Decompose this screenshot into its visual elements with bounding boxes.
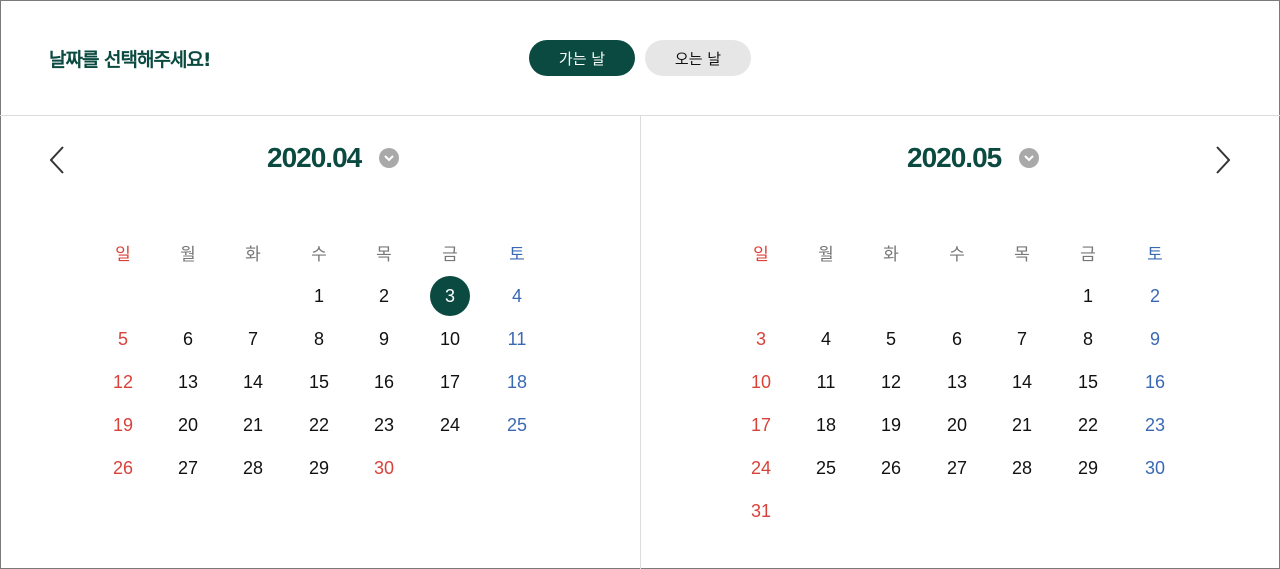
day-cell[interactable]: 10: [741, 362, 781, 402]
day-cell[interactable]: 10: [430, 319, 470, 359]
day-cell[interactable]: 23: [364, 405, 404, 445]
weekday-label: 월: [818, 245, 834, 265]
day-cell[interactable]: 12: [103, 362, 143, 402]
weekday-label: 목: [1014, 245, 1030, 265]
chevron-down-icon: [1024, 155, 1034, 162]
day-cell[interactable]: 13: [168, 362, 208, 402]
tab-departure[interactable]: 가는 날: [529, 40, 635, 76]
day-cell[interactable]: 24: [741, 448, 781, 488]
day-cell[interactable]: 30: [1135, 448, 1175, 488]
day-cell[interactable]: 3: [741, 319, 781, 359]
weekday-label: 토: [1147, 245, 1163, 265]
day-cell[interactable]: 28: [1002, 448, 1042, 488]
day-cell[interactable]: 25: [806, 448, 846, 488]
day-cell[interactable]: 27: [937, 448, 977, 488]
day-cell[interactable]: 1: [299, 276, 339, 316]
day-cell[interactable]: 12: [871, 362, 911, 402]
weekday-label: 일: [753, 245, 769, 265]
day-cell[interactable]: 4: [497, 276, 537, 316]
day-cell[interactable]: 23: [1135, 405, 1175, 445]
weekday-label: 화: [245, 245, 261, 265]
weekday-label: 일: [115, 245, 131, 265]
weekday-label: 목: [376, 245, 392, 265]
day-cell[interactable]: 31: [741, 491, 781, 531]
day-cell[interactable]: 14: [233, 362, 273, 402]
day-cell[interactable]: 24: [430, 405, 470, 445]
month-dropdown-button[interactable]: [379, 148, 400, 168]
weekday-label: 수: [311, 245, 327, 265]
day-cell[interactable]: 29: [299, 448, 339, 488]
day-cell[interactable]: 22: [1068, 405, 1108, 445]
day-cell[interactable]: 16: [364, 362, 404, 402]
day-cell[interactable]: 29: [1068, 448, 1108, 488]
calendar-month-may: 2020.05 일 월 화 수 목 금 토 1 2 3 4 5 6 7 8 9 10 11 12 13 14 15 16 17…: [640, 116, 1280, 569]
day-cell[interactable]: 5: [103, 319, 143, 359]
trip-tabs: 가는 날 오는 날: [529, 40, 751, 76]
weekday-label: 수: [949, 245, 965, 265]
day-cell[interactable]: 11: [806, 362, 846, 402]
day-cell[interactable]: 16: [1135, 362, 1175, 402]
tab-return[interactable]: 오는 날: [645, 40, 751, 76]
day-cell[interactable]: 2: [364, 276, 404, 316]
day-cell[interactable]: 21: [233, 405, 273, 445]
day-cell[interactable]: 8: [1068, 319, 1108, 359]
day-cell[interactable]: 21: [1002, 405, 1042, 445]
day-cell[interactable]: 20: [168, 405, 208, 445]
day-cell[interactable]: 1: [1068, 276, 1108, 316]
day-cell[interactable]: 18: [806, 405, 846, 445]
day-cell[interactable]: 25: [497, 405, 537, 445]
day-cell[interactable]: 18: [497, 362, 537, 402]
day-cell[interactable]: 26: [871, 448, 911, 488]
month-header: 2020.05: [907, 142, 1040, 174]
day-cell[interactable]: 17: [430, 362, 470, 402]
day-cell[interactable]: 9: [364, 319, 404, 359]
day-cell[interactable]: 14: [1002, 362, 1042, 402]
day-cell[interactable]: 5: [871, 319, 911, 359]
weekday-label: 금: [442, 245, 458, 265]
day-cell[interactable]: 20: [937, 405, 977, 445]
day-cell[interactable]: 19: [871, 405, 911, 445]
month-header: 2020.04: [267, 142, 400, 174]
day-cell[interactable]: 17: [741, 405, 781, 445]
chevron-down-icon: [384, 155, 394, 162]
weekday-label: 토: [509, 245, 525, 265]
day-cell[interactable]: 26: [103, 448, 143, 488]
month-dropdown-button[interactable]: [1019, 148, 1040, 168]
day-cell[interactable]: 15: [1068, 362, 1108, 402]
day-cell[interactable]: 19: [103, 405, 143, 445]
day-cell[interactable]: 9: [1135, 319, 1175, 359]
day-cell[interactable]: 22: [299, 405, 339, 445]
day-cell[interactable]: 30: [364, 448, 404, 488]
day-cell[interactable]: 15: [299, 362, 339, 402]
day-cell[interactable]: 6: [937, 319, 977, 359]
weekday-label: 월: [180, 245, 196, 265]
day-cell[interactable]: 8: [299, 319, 339, 359]
day-cell[interactable]: 4: [806, 319, 846, 359]
weekday-label: 화: [883, 245, 899, 265]
day-cell[interactable]: 2: [1135, 276, 1175, 316]
day-cell[interactable]: 13: [937, 362, 977, 402]
day-cell[interactable]: 28: [233, 448, 273, 488]
day-cell[interactable]: 11: [497, 319, 537, 359]
day-cell[interactable]: 7: [1002, 319, 1042, 359]
day-cell[interactable]: 27: [168, 448, 208, 488]
day-cell-selected[interactable]: 3: [430, 276, 470, 316]
month-label: 2020.05: [907, 142, 1002, 173]
weekday-label: 금: [1080, 245, 1096, 265]
page-title: 날짜를 선택해주세요!: [49, 49, 212, 71]
month-label: 2020.04: [267, 142, 362, 173]
day-cell[interactable]: 7: [233, 319, 273, 359]
day-cell[interactable]: 6: [168, 319, 208, 359]
calendar-month-april: 2020.04 일 월 화 수 목 금 토 1 2 3 4 5 6 7 8 9 10 11 12 13 14 15 16 17…: [0, 116, 640, 569]
header: 날짜를 선택해주세요! 가는 날 오는 날: [0, 0, 1280, 116]
